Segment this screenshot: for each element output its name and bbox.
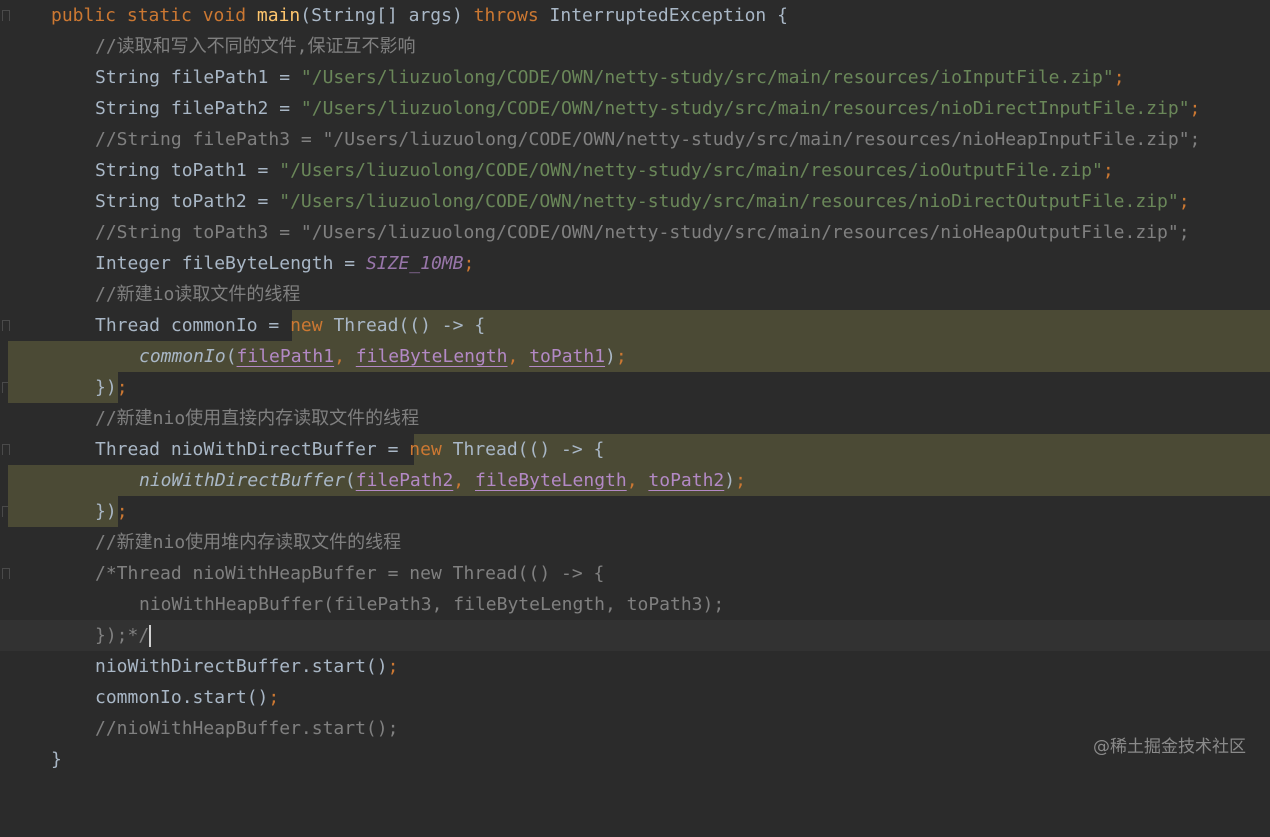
code-text: (String[] args) [300, 5, 474, 26]
block-comment: /*Thread nioWithHeapBuffer = new Thread(… [95, 563, 605, 584]
block-comment: nioWithHeapBuffer(filePath3, fileByteLen… [139, 594, 725, 615]
code-text: Thread(() -> { [452, 439, 605, 460]
code-line[interactable]: //新建nio使用直接内存读取文件的线程 [0, 403, 1270, 434]
comment: //新建io读取文件的线程 [95, 284, 301, 305]
code-line[interactable]: //读取和写入不同的文件,保证互不影响 [0, 31, 1270, 62]
method-name: main [256, 5, 301, 26]
method-call: nioWithDirectBuffer [139, 470, 345, 491]
semicolon: ; [268, 687, 280, 708]
current-code-line[interactable]: });*/ [0, 620, 1270, 651]
comment: //String toPath3 = "/Users/liuzuolong/CO… [95, 222, 1190, 243]
code-line[interactable]: //String toPath3 = "/Users/liuzuolong/CO… [0, 217, 1270, 248]
code-text: }) [95, 377, 117, 398]
semicolon: ; [387, 656, 399, 677]
comment: //新建nio使用直接内存读取文件的线程 [95, 408, 420, 429]
code-line[interactable]: //新建io读取文件的线程 [0, 279, 1270, 310]
code-line[interactable]: commonIo(filePath1, fileByteLength, toPa… [0, 341, 1270, 372]
code-line[interactable]: public static void main(String[] args) t… [0, 0, 1270, 31]
code-text: }) [95, 501, 117, 522]
code-text: commonIo.start() [95, 687, 269, 708]
keyword: new [409, 439, 453, 460]
code-line[interactable]: nioWithHeapBuffer(filePath3, fileByteLen… [0, 589, 1270, 620]
code-text: String filePath1 = [95, 67, 301, 88]
semicolon: ; [1113, 67, 1125, 88]
code-line[interactable]: nioWithDirectBuffer(filePath2, fileByteL… [0, 465, 1270, 496]
code-line[interactable]: //String filePath3 = "/Users/liuzuolong/… [0, 124, 1270, 155]
comment: //读取和写入不同的文件,保证互不影响 [95, 36, 416, 57]
code-line[interactable]: }); [0, 496, 1270, 527]
code-line[interactable]: //nioWithHeapBuffer.start(); [0, 713, 1270, 744]
code-text: InterruptedException { [549, 5, 788, 26]
code-text: Thread commonIo = [95, 315, 291, 336]
code-text: String toPath2 = [95, 191, 280, 212]
code-line[interactable]: commonIo.start(); [0, 682, 1270, 713]
method-call: commonIo [139, 346, 226, 367]
code-line[interactable]: /*Thread nioWithHeapBuffer = new Thread(… [0, 558, 1270, 589]
code-text: String toPath1 = [95, 160, 280, 181]
keyword: public static void [51, 5, 257, 26]
captured-variable: fileByteLength [474, 470, 627, 491]
captured-variable: toPath2 [648, 470, 725, 491]
code-line[interactable]: Thread commonIo = new Thread(() -> { [0, 310, 1270, 341]
string-literal: "/Users/liuzuolong/CODE/OWN/netty-study/… [300, 98, 1190, 119]
code-text: nioWithDirectBuffer.start() [95, 656, 388, 677]
code-text: Integer fileByteLength = [95, 253, 366, 274]
text-caret [149, 625, 152, 647]
captured-variable: filePath2 [355, 470, 454, 491]
keyword: new [290, 315, 334, 336]
code-line[interactable]: Integer fileByteLength = SIZE_10MB; [0, 248, 1270, 279]
code-text: Thread nioWithDirectBuffer = [95, 439, 410, 460]
semicolon: ; [1189, 98, 1201, 119]
semicolon: ; [116, 377, 128, 398]
code-editor[interactable]: public static void main(String[] args) t… [0, 0, 1270, 781]
semicolon: ; [1102, 160, 1114, 181]
comment: //String filePath3 = "/Users/liuzuolong/… [95, 129, 1201, 150]
code-line[interactable]: Thread nioWithDirectBuffer = new Thread(… [0, 434, 1270, 465]
code-line[interactable]: String filePath1 = "/Users/liuzuolong/CO… [0, 62, 1270, 93]
semicolon: ; [463, 253, 475, 274]
code-text: Thread(() -> { [333, 315, 486, 336]
constant: SIZE_10MB [365, 253, 464, 274]
string-literal: "/Users/liuzuolong/CODE/OWN/netty-study/… [300, 67, 1114, 88]
string-literal: "/Users/liuzuolong/CODE/OWN/netty-study/… [279, 191, 1179, 212]
code-line[interactable]: String filePath2 = "/Users/liuzuolong/CO… [0, 93, 1270, 124]
code-line[interactable]: //新建nio使用堆内存读取文件的线程 [0, 527, 1270, 558]
code-line[interactable]: }); [0, 372, 1270, 403]
semicolon: ; [1178, 191, 1190, 212]
captured-variable: toPath1 [529, 346, 606, 367]
captured-variable: filePath1 [236, 346, 335, 367]
code-line[interactable]: String toPath2 = "/Users/liuzuolong/CODE… [0, 186, 1270, 217]
comment: //新建nio使用堆内存读取文件的线程 [95, 532, 402, 553]
code-line[interactable]: } [0, 744, 1270, 775]
string-literal: "/Users/liuzuolong/CODE/OWN/netty-study/… [279, 160, 1103, 181]
semicolon: ; [116, 501, 128, 522]
keyword: throws [473, 5, 550, 26]
code-text: String filePath2 = [95, 98, 301, 119]
captured-variable: fileByteLength [355, 346, 508, 367]
watermark: @稀土掘金技术社区 [1093, 737, 1246, 757]
code-line[interactable]: nioWithDirectBuffer.start(); [0, 651, 1270, 682]
closing-brace: } [51, 749, 62, 770]
block-comment: });*/ [95, 625, 150, 646]
code-line[interactable]: String toPath1 = "/Users/liuzuolong/CODE… [0, 155, 1270, 186]
comment: //nioWithHeapBuffer.start(); [95, 718, 399, 739]
